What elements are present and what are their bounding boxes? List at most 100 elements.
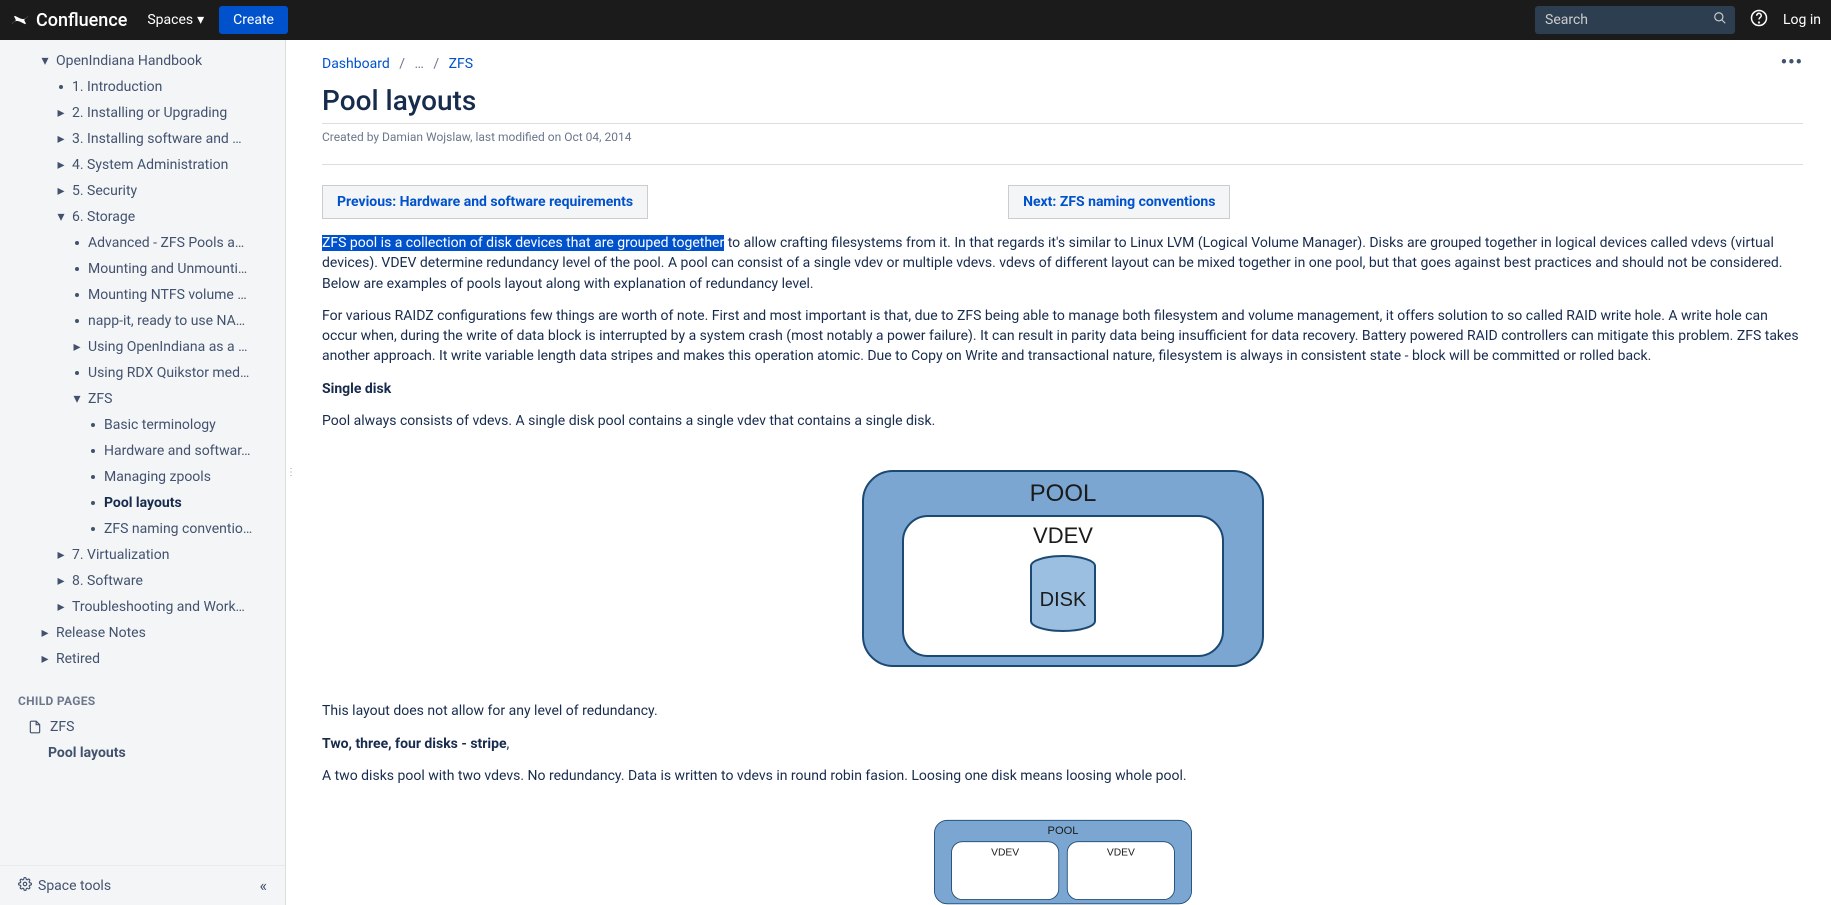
- login-link[interactable]: Log in: [1783, 12, 1821, 28]
- tree-item[interactable]: ▾ZFS: [0, 386, 285, 412]
- logo-text: Confluence: [36, 10, 127, 31]
- tree-item[interactable]: ▸ 5. Security: [0, 178, 285, 204]
- chevron-right-icon: ▸: [56, 550, 66, 560]
- tree-item-label: 8. Software: [72, 573, 143, 589]
- tree-item-label: Managing zpools: [104, 469, 211, 485]
- tree-item[interactable]: ▸ 2. Installing or Upgrading: [0, 100, 285, 126]
- bullet-icon: [91, 527, 95, 531]
- chevron-down-icon: ▾: [56, 212, 66, 222]
- child-page-pool-layouts[interactable]: Pool layouts: [0, 740, 285, 766]
- tree-item[interactable]: ▸ Using OpenIndiana as a …: [0, 334, 285, 360]
- breadcrumb-dashboard[interactable]: Dashboard: [322, 56, 390, 72]
- tree-item-label: 6. Storage: [72, 209, 135, 225]
- page-icon: [28, 720, 42, 734]
- chevron-right-icon: ▸: [56, 576, 66, 586]
- tree-item[interactable]: ▸ 3. Installing software and …: [0, 126, 285, 152]
- bullet-icon: [91, 423, 95, 427]
- tree-item[interactable]: ▸4. System Administration: [0, 152, 285, 178]
- search-input[interactable]: [1535, 6, 1735, 34]
- tree-item[interactable]: Pool layouts: [0, 490, 285, 516]
- tree-item-label: 5. Security: [72, 183, 137, 199]
- chevron-right-icon: ▸: [56, 108, 66, 118]
- tree-item[interactable]: ▸ 8. Software: [0, 568, 285, 594]
- paragraph-raidz: For various RAIDZ configurations few thi…: [322, 306, 1803, 367]
- tree-item[interactable]: Hardware and softwar…: [0, 438, 285, 464]
- breadcrumb: Dashboard / … / ZFS: [322, 52, 1803, 76]
- chevron-down-icon: ▾: [40, 56, 50, 66]
- tree-item[interactable]: napp-it, ready to use NA…: [0, 308, 285, 334]
- chevron-right-icon: ▸: [40, 628, 50, 638]
- chevron-down-icon: ▾: [72, 394, 82, 404]
- spaces-menu[interactable]: Spaces ▾: [147, 12, 204, 28]
- tree-item-label: Pool layouts: [104, 495, 182, 511]
- breadcrumb-ellipsis[interactable]: …: [414, 56, 423, 72]
- paragraph-single-disk: Pool always consists of vdevs. A single …: [322, 411, 1803, 431]
- page-actions-menu[interactable]: •••: [1781, 52, 1803, 73]
- paragraph-intro: ZFS pool is a collection of disk devices…: [322, 233, 1803, 294]
- create-button[interactable]: Create: [219, 6, 288, 34]
- tree-item-label: Mounting and Unmounti…: [88, 261, 247, 277]
- tree-item-label: Hardware and softwar…: [104, 443, 251, 459]
- svg-text:POOL: POOL: [1047, 825, 1078, 837]
- search-icon[interactable]: [1713, 11, 1727, 29]
- next-page-link[interactable]: Next: ZFS naming conventions: [1008, 185, 1230, 219]
- svg-text:VDEV: VDEV: [1106, 848, 1134, 859]
- tree-item[interactable]: ▾OpenIndiana Handbook: [0, 48, 285, 74]
- chevron-right-icon: ▸: [72, 342, 82, 352]
- bullet-icon: [59, 85, 63, 89]
- tree-item[interactable]: Using RDX Quikstor med…: [0, 360, 285, 386]
- tree-item-label: Advanced - ZFS Pools a…: [88, 235, 244, 251]
- collapse-sidebar-icon[interactable]: «: [259, 876, 267, 895]
- tree-item[interactable]: Mounting and Unmounti…: [0, 256, 285, 282]
- bullet-icon: [91, 501, 95, 505]
- sidebar-resizer[interactable]: ⋮: [286, 40, 294, 905]
- svg-text:VDEV: VDEV: [1033, 523, 1093, 548]
- tree-item[interactable]: ▸Release Notes: [0, 620, 285, 646]
- child-page-zfs[interactable]: ZFS: [0, 714, 285, 740]
- confluence-logo[interactable]: Confluence: [10, 10, 127, 31]
- tree-item-label: Using OpenIndiana as a …: [88, 339, 247, 355]
- diagram-single-disk: POOL VDEV DISK: [322, 461, 1803, 671]
- svg-text:VDEV: VDEV: [991, 848, 1019, 859]
- tree-item[interactable]: ▸Troubleshooting and Work…: [0, 594, 285, 620]
- tree-item[interactable]: Managing zpools: [0, 464, 285, 490]
- gear-icon: [18, 877, 32, 895]
- tree-item[interactable]: 1. Introduction: [0, 74, 285, 100]
- chevron-down-icon: ▾: [197, 12, 204, 28]
- space-tools-menu[interactable]: Space tools: [18, 877, 111, 895]
- chevron-right-icon: ▸: [56, 602, 66, 612]
- chevron-right-icon: ▸: [56, 186, 66, 196]
- bullet-icon: [75, 241, 79, 245]
- tree-item[interactable]: Advanced - ZFS Pools a…: [0, 230, 285, 256]
- tree-item[interactable]: ▸ Retired: [0, 646, 285, 672]
- chevron-right-icon: ▸: [40, 654, 50, 664]
- tree-item-label: napp-it, ready to use NA…: [88, 313, 245, 329]
- page-title: Pool layouts: [322, 76, 1803, 124]
- bullet-icon: [75, 293, 79, 297]
- prev-page-link[interactable]: Previous: Hardware and software requirem…: [322, 185, 648, 219]
- chevron-right-icon: ▸: [56, 134, 66, 144]
- tree-item[interactable]: Basic terminology: [0, 412, 285, 438]
- paragraph-stripe: A two disks pool with two vdevs. No redu…: [322, 766, 1803, 786]
- tree-item[interactable]: Mounting NTFS volume …: [0, 282, 285, 308]
- svg-text:DISK: DISK: [1039, 589, 1086, 611]
- main-content: ••• Dashboard / … / ZFS Pool layouts Cre…: [294, 40, 1831, 905]
- bullet-icon: [75, 371, 79, 375]
- confluence-icon: [10, 10, 30, 30]
- tree-item-label: 4. System Administration: [72, 157, 228, 173]
- breadcrumb-parent[interactable]: ZFS: [449, 56, 473, 72]
- tree-item-label: ZFS naming conventio…: [104, 521, 252, 537]
- bullet-icon: [91, 475, 95, 479]
- tree-item[interactable]: ▸ 7. Virtualization: [0, 542, 285, 568]
- tree-item-label: 1. Introduction: [72, 79, 162, 95]
- tree-item-label: Retired: [56, 651, 100, 667]
- tree-item[interactable]: ZFS naming conventio…: [0, 516, 285, 542]
- tree-item-label: 7. Virtualization: [72, 547, 169, 563]
- help-icon[interactable]: [1750, 9, 1768, 31]
- diagram-stripe: POOL VDEV VDEV: [322, 816, 1803, 905]
- tree-item-label: 2. Installing or Upgrading: [72, 105, 227, 121]
- tree-item-label: 3. Installing software and …: [72, 131, 242, 147]
- svg-text:POOL: POOL: [1029, 480, 1096, 507]
- tree-item[interactable]: ▾ 6. Storage: [0, 204, 285, 230]
- tree-item-label: Basic terminology: [104, 417, 216, 433]
